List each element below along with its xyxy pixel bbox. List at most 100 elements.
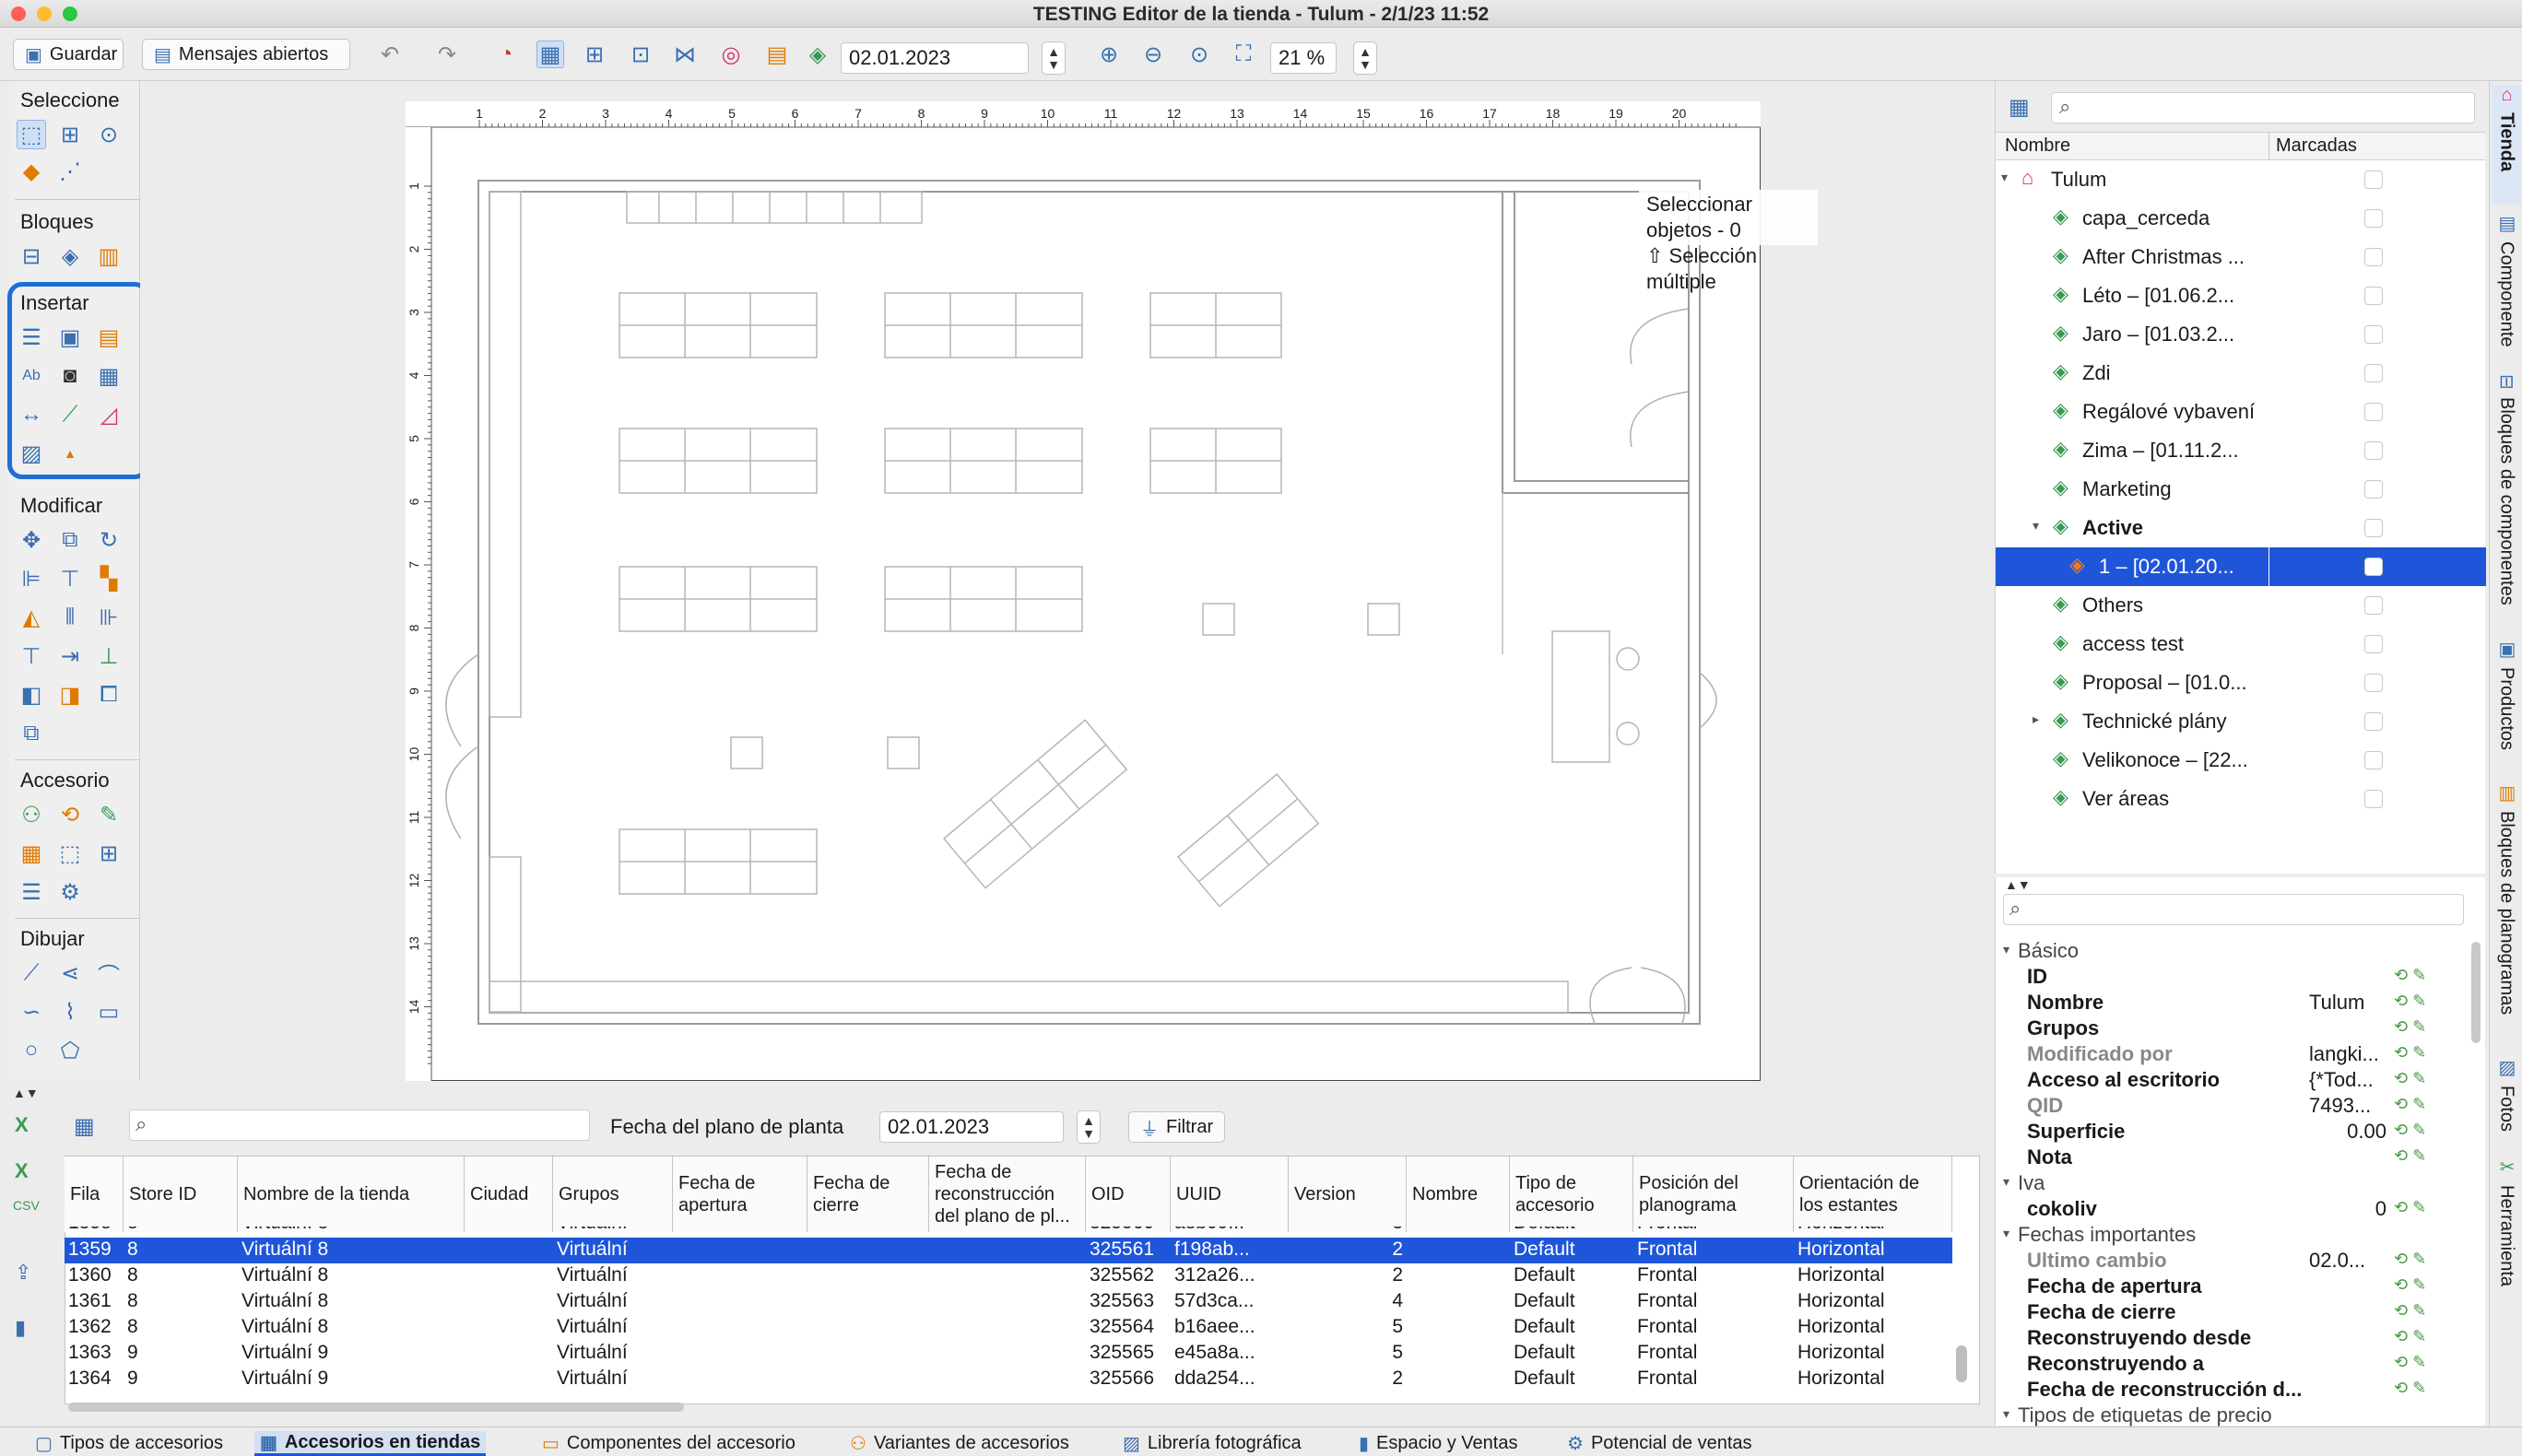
table-column-header[interactable]: Nombre [1407, 1157, 1510, 1232]
bring-front-icon[interactable]: ◧ [17, 680, 46, 710]
draw-curve-icon[interactable]: ∽ [17, 997, 46, 1027]
property-group[interactable]: ▾ Básico [1996, 938, 2466, 964]
space-vertical-icon[interactable]: ⇥ [55, 641, 85, 671]
table-column-header[interactable]: Grupos [553, 1157, 673, 1232]
accessory-grid-icon[interactable]: ▦ [17, 839, 46, 868]
property-row[interactable]: QID 7493... ⟲ ✎ [1996, 1093, 2466, 1119]
send-back-icon[interactable]: ◨ [55, 680, 85, 710]
marked-checkbox[interactable] [2364, 441, 2383, 460]
align-bottom-icon[interactable]: ⊥ [94, 641, 124, 671]
side-tab-planogram-blocks[interactable]: ▥ Bloques de planogramas [2492, 781, 2521, 1049]
tree-item[interactable]: ◈ Ver áreas [1996, 780, 2486, 818]
measure-icon[interactable]: ◔ [492, 41, 520, 68]
floorplan-date-field[interactable]: 02.01.2023 [841, 42, 1029, 74]
table-date-field[interactable]: 02.01.2023 [879, 1111, 1064, 1143]
layers-icon[interactable]: ▤ [763, 41, 791, 68]
capture-icon[interactable]: ◎ [717, 41, 745, 68]
reset-edit-icon[interactable]: ⟲ ✎ [2394, 966, 2426, 985]
table-row[interactable]: 1360 8 Virtuální 8 Virtuální 325562 312a26...… [65, 1263, 1952, 1289]
property-row[interactable]: ID ⟲ ✎ [1996, 964, 2466, 990]
table-column-header[interactable]: Store ID [124, 1157, 238, 1232]
filter-button[interactable]: ⏚ Filtrar [1128, 1111, 1226, 1143]
table-date-stepper[interactable]: ▲ ▼ [1077, 1110, 1101, 1144]
insert-fixture-icon[interactable]: ▣ [55, 323, 85, 352]
node-select-icon[interactable]: ⋰ [55, 157, 85, 186]
draw-line-icon[interactable]: ⟋ [17, 958, 46, 988]
table-column-header[interactable]: OID [1086, 1157, 1171, 1232]
marked-checkbox[interactable] [2364, 596, 2383, 615]
reset-edit-icon[interactable]: ⟲ ✎ [2394, 1017, 2426, 1037]
chevron-down-icon[interactable]: ▾ [2003, 942, 2009, 957]
reset-edit-icon[interactable]: ⟲ ✎ [2394, 1069, 2426, 1088]
select-tool-icon[interactable]: ⬚ [17, 120, 46, 149]
property-row[interactable]: Ultimo cambio 02.0... ⟲ ✎ [1996, 1248, 2466, 1274]
align-right-icon[interactable]: ⊪ [94, 603, 124, 632]
table-column-header[interactable]: UUID [1171, 1157, 1289, 1232]
tree-item[interactable]: ◈ Proposal – [01.0... [1996, 663, 2486, 702]
reset-edit-icon[interactable]: ⟲ ✎ [2394, 1275, 2426, 1295]
draw-circle-icon[interactable]: ○ [17, 1036, 46, 1065]
draw-arc-icon[interactable]: ⌒ [94, 958, 124, 989]
tree-item[interactable]: ◈ After Christmas ... [1996, 238, 2486, 276]
zoom-extents-icon[interactable]: ⛶ [1230, 41, 1257, 68]
table-view-icon[interactable]: ▦ [2009, 94, 2030, 121]
table-row[interactable]: 1359 8 Virtuální 8 Virtuální 325561 f198ab...… [65, 1238, 1952, 1263]
table-column-header[interactable]: Tipo de accesorio [1510, 1157, 1633, 1232]
space-horizontal-icon[interactable]: ⫴ [55, 603, 85, 632]
table-row[interactable]: 1361 8 Virtuální 8 Virtuální 325563 57d3ca...… [65, 1289, 1952, 1315]
accessory-frame-icon[interactable]: ⬚ [55, 839, 85, 868]
block-planogram-icon[interactable]: ▥ [94, 241, 124, 271]
side-tab-products[interactable]: ▣ Productos [2492, 638, 2521, 767]
bar-chart-icon[interactable]: ▮ [15, 1316, 26, 1340]
bottom-tab[interactable]: ▭ Componentes del accesorio [536, 1431, 801, 1456]
property-row[interactable]: Superficie 0.00 ⟲ ✎ [1996, 1119, 2466, 1145]
floorplan-version-icon[interactable]: ◈ [804, 41, 831, 68]
chevron-down-icon[interactable]: ▾ [2003, 1226, 2009, 1241]
export-csv-icon[interactable]: CSV [13, 1198, 40, 1213]
marked-checkbox[interactable] [2364, 248, 2383, 266]
tree-item[interactable]: ▸ ◈ Technické plány [1996, 702, 2486, 741]
reset-edit-icon[interactable]: ⟲ ✎ [2394, 1327, 2426, 1346]
accessory-list-icon[interactable]: ☰ [17, 877, 46, 907]
marked-checkbox[interactable] [2364, 790, 2383, 808]
table-search-input[interactable]: ⌕ [129, 1110, 590, 1141]
bottom-tab[interactable]: ▢ Tipos de accesorios [29, 1431, 229, 1456]
zoom-out-icon[interactable]: ⊖ [1139, 41, 1167, 68]
export-excel-icon[interactable]: X [15, 1113, 29, 1137]
reset-edit-icon[interactable]: ⟲ ✎ [2394, 1043, 2426, 1063]
redo-icon[interactable]: ↷ [433, 41, 461, 68]
insert-text-icon[interactable]: Ab [17, 361, 46, 391]
floorplan-canvas[interactable]: 1 2 3 4 5 6 7 8 9 10 11 12 13 14 15 16 17 18 19 20 12345678… [406, 101, 1761, 1081]
marked-checkbox[interactable] [2364, 403, 2383, 421]
move-icon[interactable]: ✥ [17, 525, 46, 555]
marked-checkbox[interactable] [2364, 170, 2383, 189]
layer-select-icon[interactable]: ◆ [17, 157, 46, 186]
marked-checkbox[interactable] [2364, 209, 2383, 228]
tree-item[interactable]: ◈ Jaro – [01.03.2... [1996, 315, 2486, 354]
block-stack-icon[interactable]: ◈ [55, 241, 85, 271]
insert-shelf-icon[interactable]: ☰ [17, 323, 46, 352]
insert-image-icon[interactable]: ▨ [17, 439, 46, 468]
draw-polygon-icon[interactable]: ⬠ [55, 1036, 85, 1065]
property-row[interactable]: Reconstruyendo a ⟲ ✎ [1996, 1351, 2466, 1377]
accessory-edit-icon[interactable]: ✎ [94, 800, 124, 829]
reset-edit-icon[interactable]: ⟲ ✎ [2394, 1121, 2426, 1140]
reset-edit-icon[interactable]: ⟲ ✎ [2394, 992, 2426, 1011]
marked-checkbox[interactable] [2364, 751, 2383, 769]
table-column-header[interactable]: Fecha de reconstrucción del plano de pl.… [929, 1157, 1086, 1232]
property-row[interactable]: Grupos ⟲ ✎ [1996, 1016, 2466, 1041]
chevron-down-icon[interactable]: ▾ [2001, 170, 2008, 185]
marked-checkbox[interactable] [2364, 519, 2383, 537]
marked-checkbox[interactable] [2364, 558, 2383, 576]
table-row[interactable]: 1362 8 Virtuální 8 Virtuální 325564 b16aee...… [65, 1315, 1952, 1341]
chevron-down-icon[interactable]: ▾ [2033, 518, 2039, 534]
tree-item[interactable]: ▾ ⌂ Tulum [1996, 160, 2486, 199]
properties-scrollbar[interactable] [2471, 942, 2481, 1043]
align-top-icon[interactable]: ⊤ [17, 641, 46, 671]
table-column-header[interactable]: Fecha de apertura [673, 1157, 807, 1232]
property-value[interactable]: Tulum [2309, 991, 2364, 1015]
side-tab-photos[interactable]: ▨ Fotos [2492, 1056, 2521, 1148]
tree-search-input[interactable]: ⌕ [2051, 92, 2475, 123]
chevron-down-icon[interactable]: ▾ [2003, 1406, 2009, 1422]
insert-line-icon[interactable]: ⟋ [55, 400, 85, 429]
